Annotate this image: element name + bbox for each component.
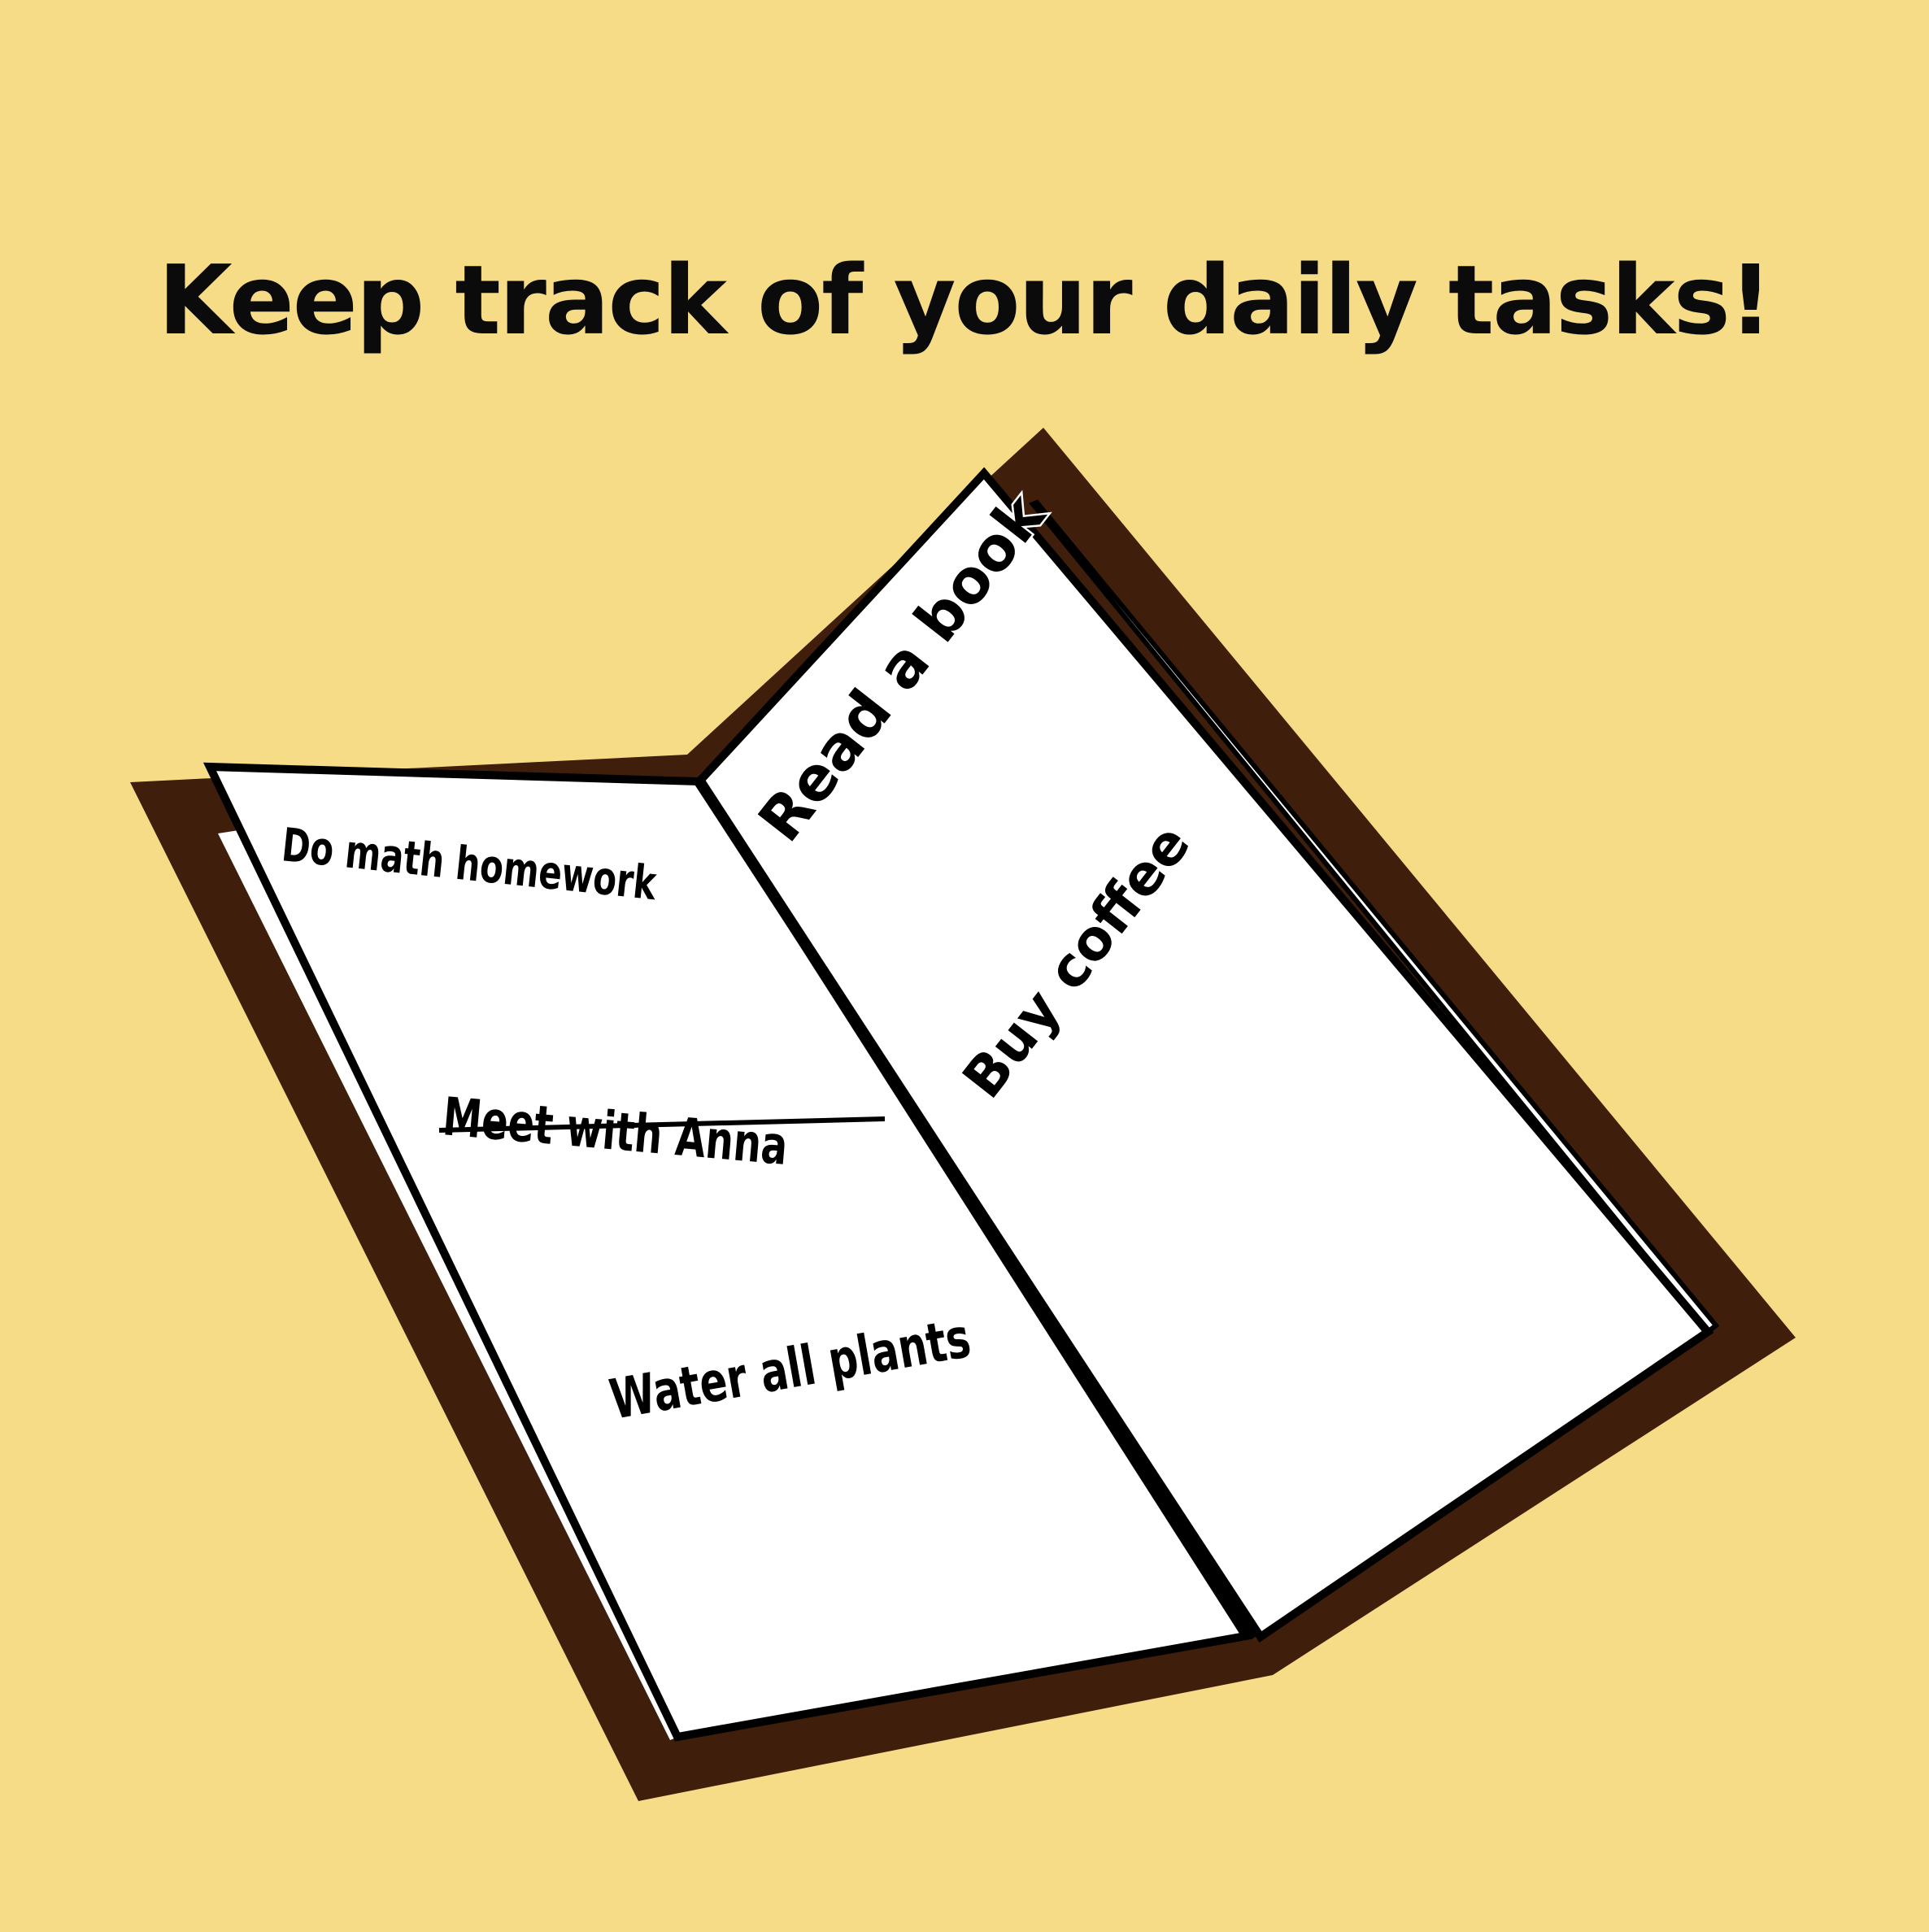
illustration: Keep track of your daily tasks! Do math …	[0, 0, 1929, 1932]
notebook-illustration: Do math homework Meet with Anna Water al…	[130, 428, 1796, 1801]
